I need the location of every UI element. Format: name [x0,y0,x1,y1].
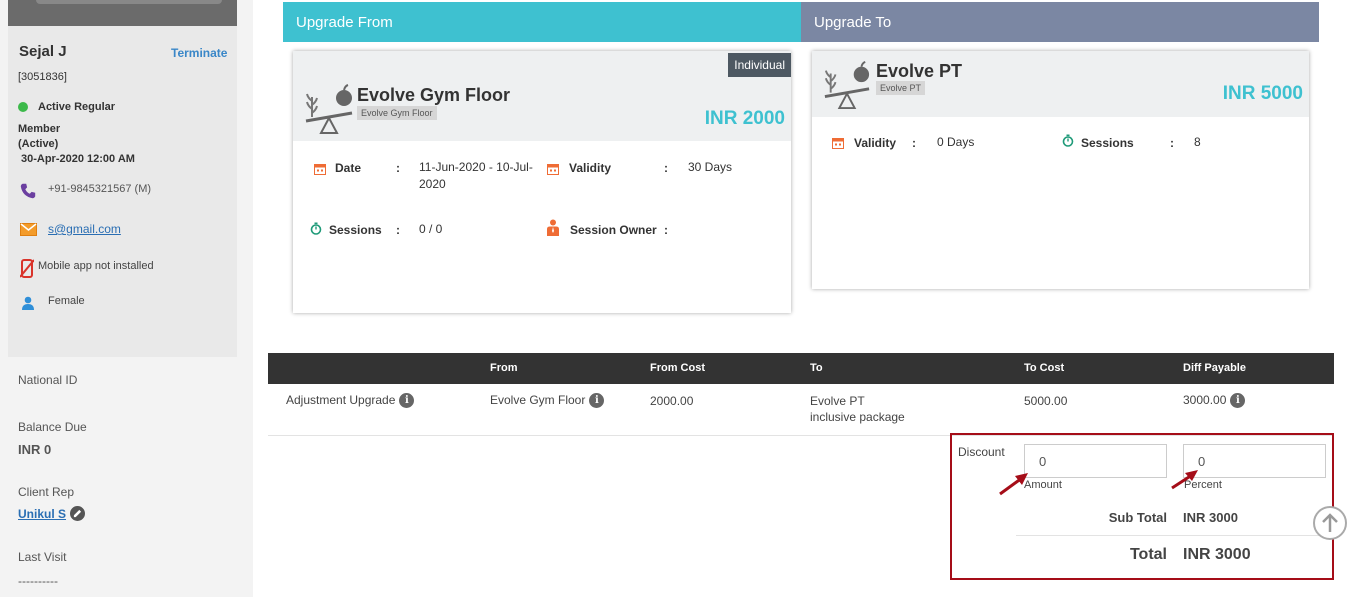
upgrade-from-title: Evolve Gym Floor [357,85,511,105]
session-owner-label: Session Owner [570,223,657,237]
member-status: Active Regular [38,101,116,113]
row-from-text: Evolve Gym Floor [490,393,586,407]
member-state: (Active) [18,138,59,150]
calendar-icon [546,162,559,175]
email-icon [19,222,37,236]
annotation-arrow-icon [1170,468,1200,490]
last-visit-value: ---------- [18,574,58,588]
client-rep-link[interactable]: Unikul S [18,507,66,521]
info-icon[interactable]: i [1230,393,1246,409]
to-validity-value: 0 Days [937,135,975,149]
subtotal-label: Sub Total [1108,510,1167,525]
table-row-from: Evolve Gym Floor i [490,392,605,409]
client-rep-label: Client Rep [18,485,75,499]
terminate-link[interactable]: Terminate [171,46,227,60]
member-email-link[interactable]: s@gmail.com [48,222,121,236]
stopwatch-icon [1061,133,1074,147]
session-owner-colon: : [664,223,668,237]
row-diff-text: 3000.00 [1183,393,1227,407]
upgrade-to-price: INR 5000 [1222,83,1303,104]
upgrade-table-header: From From Cost To To Cost Diff Payable [268,353,1334,384]
national-id-label: National ID [18,373,78,387]
pt-package-icon [822,60,872,110]
discount-amount-input[interactable]: 0 [1024,444,1167,478]
calendar-icon [313,162,326,175]
upgrade-to-header: Upgrade To [801,2,1319,42]
total-label: Total [1129,546,1167,563]
status-dot-icon [18,102,28,112]
table-row-type: Adjustment Upgrade i [286,392,415,409]
member-phone: +91-9845321567 (M) [48,183,152,195]
upgrade-to-card: Evolve PT Evolve PT INR 5000 Validity : … [812,51,1309,289]
member-name: Sejal J [19,43,67,60]
upgrade-to-title: Evolve PT [876,61,963,81]
upgrade-from-header: Upgrade From [283,2,801,42]
edit-pencil-icon[interactable] [70,506,85,521]
balance-due-value: INR 0 [18,442,52,457]
date-range-line2: 2020 [419,177,446,191]
sessions-colon: : [396,223,400,237]
date-range-line1: 11-Jun-2020 - 10-Jul- [419,160,533,174]
total-divider [1016,535,1326,536]
profile-photo-area [8,0,237,26]
row-type-text: Adjustment Upgrade [286,393,396,407]
last-visit-label: Last Visit [18,550,67,564]
col-from: From [490,362,518,374]
info-icon[interactable]: i [589,393,605,409]
annotation-arrow-icon [998,470,1030,496]
upgrade-from-card: Individual Evolve Gym Floor Evolve Gym F… [293,51,791,313]
row-from-cost: 2000.00 [650,394,694,408]
member-gender: Female [48,295,85,307]
balance-due-label: Balance Due [18,420,87,434]
col-from-cost: From Cost [650,362,705,374]
info-icon[interactable]: i [399,393,415,409]
total-value: INR 3000 [1183,546,1251,563]
individual-badge: Individual [728,53,791,77]
row-to-cost: 5000.00 [1024,394,1068,408]
scroll-top-button[interactable] [1313,506,1347,540]
upgrade-to-tag: Evolve PT [876,81,926,95]
date-colon: : [396,161,400,175]
sessions-value: 0 / 0 [419,222,443,236]
to-sessions-colon: : [1170,136,1174,150]
phone-icon [18,181,38,201]
date-label: Date [335,161,362,175]
table-row-diff: 3000.00 i [1183,392,1246,409]
session-owner-icon [546,218,559,236]
col-diff-payable: Diff Payable [1183,362,1246,374]
stopwatch-icon [309,221,322,235]
no-mobile-app-icon [19,258,35,278]
arrow-up-icon [1322,513,1338,532]
mobile-app-status: Mobile app not installed [38,260,154,272]
to-validity-label: Validity [854,136,897,150]
row-to-line2: inclusive package [810,410,905,424]
upgrade-from-tag: Evolve Gym Floor [357,106,437,120]
col-to: To [810,362,823,374]
col-to-cost: To Cost [1024,362,1065,374]
subtotal-value: INR 3000 [1183,510,1238,525]
upgrade-from-price: INR 2000 [704,108,785,129]
user-icon [20,295,36,311]
discount-percent-input[interactable]: 0 [1183,444,1326,478]
discount-label: Discount [958,445,1005,459]
to-sessions-label: Sessions [1081,136,1134,150]
calendar-icon [831,136,844,149]
to-sessions-value: 8 [1194,135,1201,149]
validity-label: Validity [569,161,612,175]
validity-colon: : [664,161,668,175]
row-to-line1: Evolve PT [810,394,865,408]
to-validity-colon: : [912,136,916,150]
member-id: [3051836] [18,71,67,83]
gym-package-icon [303,83,355,135]
member-since: 30-Apr-2020 12:00 AM [21,153,135,165]
validity-value: 30 Days [688,160,733,174]
sessions-label: Sessions [329,223,382,237]
member-type: Member [18,123,61,135]
member-sidebar: Sejal J Terminate [3051836] Active Regul… [0,0,253,597]
